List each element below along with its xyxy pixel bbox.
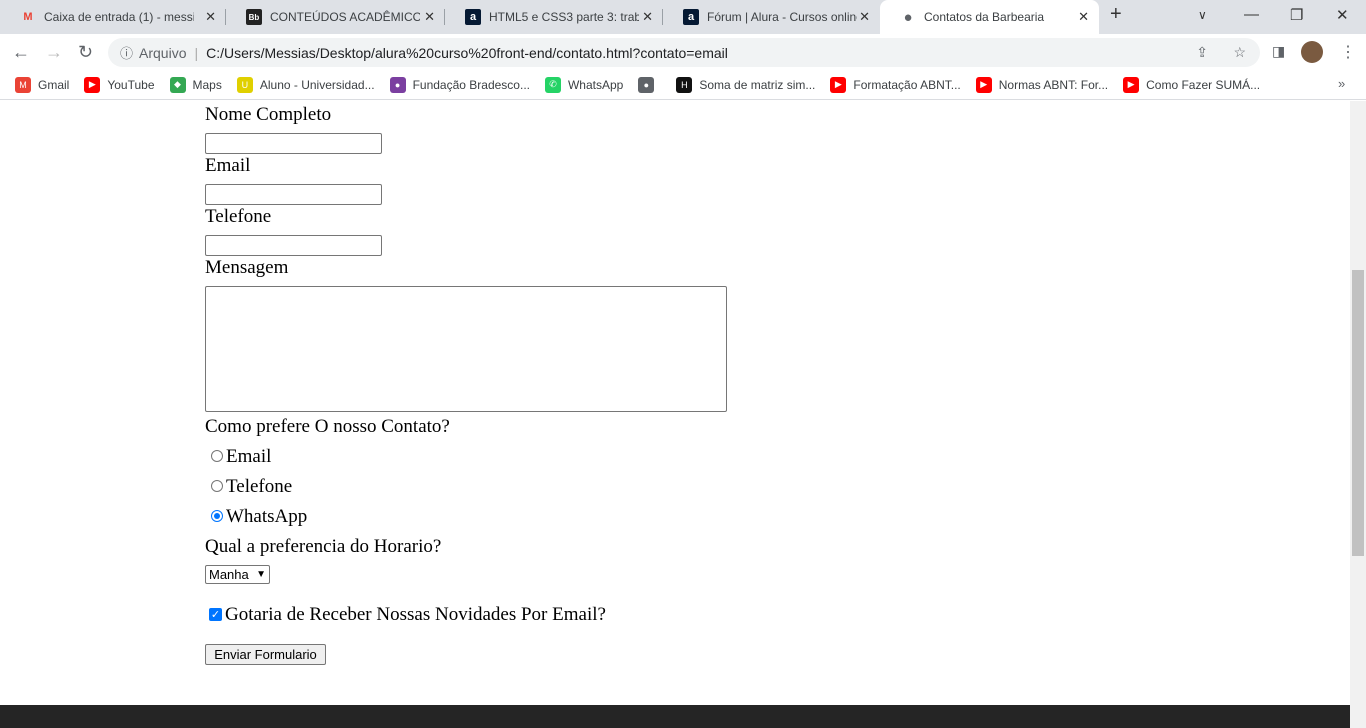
newsletter-label: Gotaria de Receber Nossas Novidades Por … [225,604,606,625]
bookmark-icon: ▶ [84,76,101,93]
contact-question: Como prefere O nosso Contato? [205,416,450,437]
tab-title: Caixa de entrada (1) - messias [44,10,194,24]
submit-button[interactable]: Enviar Formulario [205,644,326,665]
new-tab-button[interactable]: + [1110,3,1122,26]
tab-html5[interactable]: a HTML5 e CSS3 parte 3: trabalh✕ [445,0,663,34]
name-label: Nome Completo [205,104,332,125]
tab-title: Fórum | Alura - Cursos online [707,10,857,24]
contact-form: Nome Completo Email Telefone Mensagem Co… [0,101,1350,705]
close-tab-icon[interactable]: ✕ [859,9,870,25]
bookmark-label: Gmail [38,77,70,92]
bookmark-icon: H [676,76,693,93]
tab-title: Contatos da Barbearia [924,10,1045,24]
newsletter-checkbox[interactable]: ✓ [209,608,222,621]
email-label: Email [205,155,251,176]
blackboard-icon: Bb [246,9,262,25]
alura-icon: a [465,9,481,25]
message-textarea[interactable] [205,286,727,412]
tab-title: CONTEÚDOS ACADÊMICOS - [270,10,420,24]
bookmark-label: YouTube [107,77,155,92]
radio-telefone[interactable] [211,480,223,492]
bookmark-label: Fundação Bradesco... [412,77,530,92]
url-text[interactable]: C:/Users/Messias/Desktop/alura%20curso%2… [206,45,728,61]
star-icon[interactable]: ☆ [1233,44,1246,61]
bookmark-item[interactable]: ◆ Maps [169,76,222,93]
bookmark-item[interactable]: ▶ YouTube [84,76,155,93]
close-tab-icon[interactable]: ✕ [642,9,653,25]
bookmark-label: Maps [192,77,222,92]
address-bar[interactable]: ⓘ Arquivo | C:/Users/Messias/Desktop/alu… [108,38,1260,67]
tab-contatos[interactable]: ● Contatos da Barbearia ✕ [880,0,1099,34]
message-label: Mensagem [205,257,289,278]
bookmark-icon: M [15,76,31,93]
reload-button[interactable]: ↻ [78,42,93,63]
bookmark-item[interactable]: ▶ Como Fazer SUMÁ... [1123,76,1261,93]
bookmark-label: Formatação ABNT... [853,77,961,92]
security-label: Arquivo [139,44,187,61]
share-icon[interactable]: ⇪ [1196,44,1208,61]
scrollbar[interactable] [1350,101,1366,728]
schedule-select[interactable]: Manha ▼ [205,565,270,584]
bookmark-label: WhatsApp [567,77,624,92]
tab-title: HTML5 e CSS3 parte 3: trabalh [489,10,639,24]
close-tab-icon[interactable]: ✕ [424,9,435,25]
bookmarks-bar: M Gmail ▶ YouTube ◆ Maps U Aluno - Universidad.… [0,70,1366,100]
browser-toolbar: ← → ↻ ⓘ Arquivo | C:/Users/Messias/Deskt… [0,34,1366,70]
tab-conteudos[interactable]: Bb CONTEÚDOS ACADÊMICOS - ✕ [226,0,445,34]
bookmark-icon: U [236,76,253,93]
page-footer [0,705,1350,728]
alura-icon: a [683,9,699,25]
email-input[interactable] [205,184,382,205]
bookmark-item[interactable]: U Aluno - Universidad... [236,76,375,93]
back-button[interactable]: ← [12,42,30,63]
close-tab-icon[interactable]: ✕ [205,9,216,25]
side-panel-icon[interactable]: ◨ [1272,43,1285,60]
radio-email[interactable] [211,450,223,462]
name-input[interactable] [205,133,382,154]
bookmark-item[interactable]: ● [638,76,661,93]
chevron-down-icon: ▼ [256,569,266,580]
bookmark-icon: ● [638,76,655,93]
bookmark-label: Normas ABNT: For... [998,77,1109,92]
phone-input[interactable] [205,235,382,256]
bookmark-item[interactable]: ✆ WhatsApp [544,76,624,93]
gmail-icon: M [23,11,33,23]
bookmark-item[interactable]: ▶ Normas ABNT: For... [975,76,1109,93]
schedule-value: Manha [209,567,249,582]
minimize-button[interactable]: — [1244,6,1259,23]
forward-button[interactable]: → [45,42,63,63]
scrollbar-thumb[interactable] [1352,270,1364,556]
tab-strip: M Caixa de entrada (1) - messias ✕ Bb CONTE… [0,0,1366,34]
schedule-question: Qual a preferencia do Horario? [205,536,442,557]
tab-forum[interactable]: a Fórum | Alura - Cursos online ✕ [663,0,880,34]
bookmark-item[interactable]: H Soma de matriz sim... [676,76,816,93]
close-tab-icon[interactable]: ✕ [1078,9,1089,25]
bookmark-icon: ▶ [830,76,847,93]
close-window-button[interactable]: ✕ [1336,6,1349,24]
globe-icon: ● [903,8,913,26]
bookmark-icon: ▶ [975,76,992,93]
phone-label: Telefone [205,206,272,227]
radio-telefone-label: Telefone [226,476,293,497]
radio-whatsapp-label: WhatsApp [226,506,308,527]
tab-search-icon[interactable]: ∨ [1198,8,1207,22]
avatar[interactable] [1301,41,1323,63]
tab-gmail[interactable]: M Caixa de entrada (1) - messias ✕ [0,0,226,34]
restore-button[interactable]: ❐ [1290,6,1303,24]
bookmark-icon: ▶ [1123,76,1140,93]
bookmark-label: Como Fazer SUMÁ... [1146,77,1261,92]
bookmark-label: Aluno - Universidad... [259,77,375,92]
bookmark-item[interactable]: M Gmail [15,76,70,93]
radio-whatsapp[interactable] [211,510,223,522]
bookmark-item[interactable]: ● Fundação Bradesco... [389,76,530,93]
bookmark-icon: ◆ [169,76,186,93]
more-bookmarks-icon[interactable]: » [1338,76,1345,91]
radio-email-label: Email [226,446,272,467]
bookmark-item[interactable]: ▶ Formatação ABNT... [830,76,961,93]
bookmark-icon: ● [389,76,406,93]
bookmark-label: Soma de matriz sim... [699,77,816,92]
menu-icon[interactable]: ⋮ [1340,42,1356,62]
bookmark-icon: ✆ [544,76,561,93]
info-icon: ⓘ [120,46,134,61]
